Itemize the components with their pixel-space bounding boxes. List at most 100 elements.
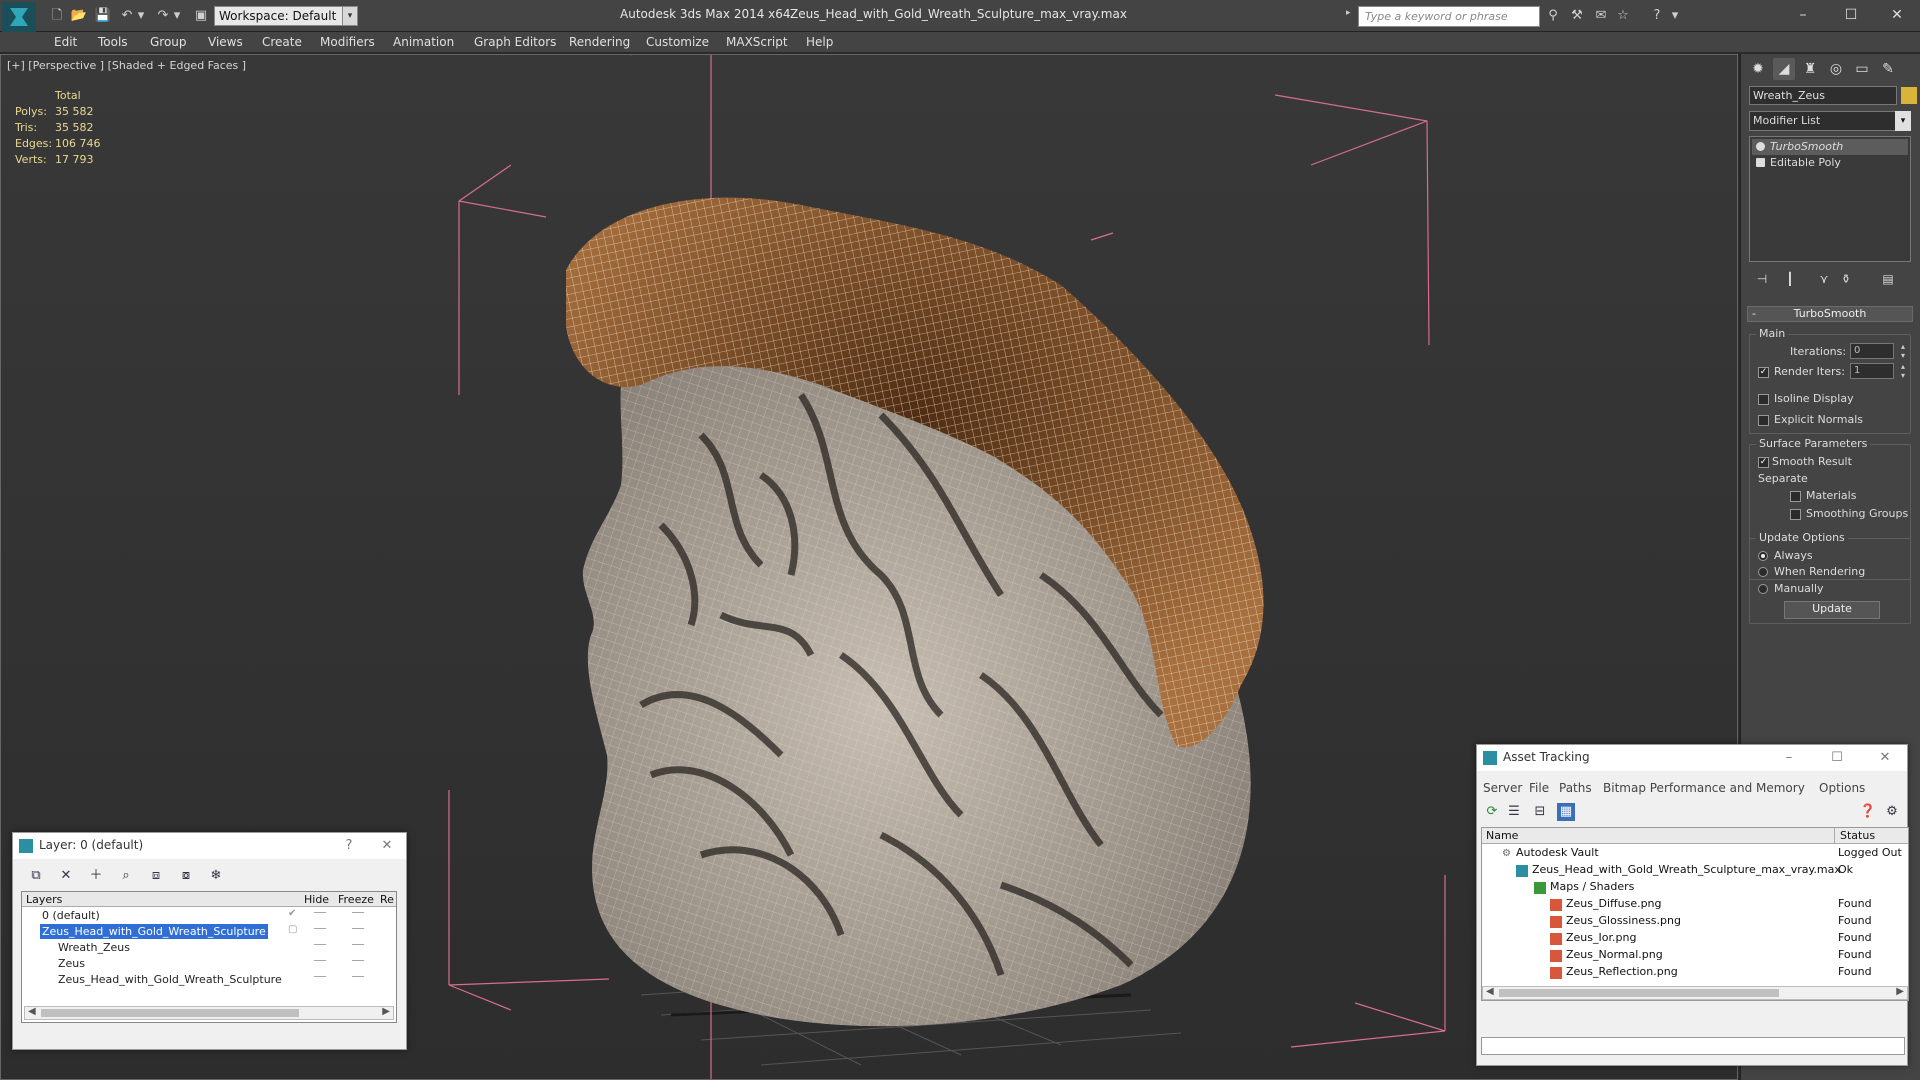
list-view-icon[interactable]: ☰ xyxy=(1505,803,1523,821)
menu-bitmap-performance[interactable]: Bitmap Performance and Memory xyxy=(1603,781,1805,795)
always-radio[interactable] xyxy=(1758,551,1768,561)
menu-rendering[interactable]: Rendering xyxy=(569,35,630,49)
asset-horizontal-scrollbar[interactable]: ◀ ▶ xyxy=(1482,986,1908,1000)
menu-paths[interactable]: Paths xyxy=(1559,781,1592,795)
layer-object-row[interactable]: Zeus ── ── xyxy=(22,956,396,972)
tree-view-icon[interactable]: ⊟ xyxy=(1531,803,1549,821)
redo-dropdown-icon[interactable]: ▾ xyxy=(168,8,186,24)
spinner-arrows-icon[interactable]: ▴ ▾ xyxy=(1901,362,1905,380)
stack-item-editable-poly[interactable]: Editable Poly xyxy=(1752,155,1908,171)
favorites-star-icon[interactable]: ☆ xyxy=(1614,8,1632,24)
smooth-result-checkbox[interactable]: ✓ xyxy=(1758,457,1769,468)
modifier-list-dropdown[interactable]: Modifier List ▾ xyxy=(1749,111,1911,131)
column-hide[interactable]: Hide xyxy=(304,893,329,906)
freeze-all-icon[interactable]: ❄ xyxy=(207,867,225,885)
hide-toggle[interactable]: ── xyxy=(314,924,326,935)
close-button[interactable]: ✕ xyxy=(1880,4,1914,26)
scroll-right-icon[interactable]: ▶ xyxy=(1896,986,1904,997)
undo-dropdown-icon[interactable]: ▾ xyxy=(132,8,150,24)
scroll-left-icon[interactable]: ◀ xyxy=(28,1006,36,1017)
table-view-icon[interactable]: ▦ xyxy=(1557,803,1575,821)
remove-modifier-icon[interactable]: ⚱ xyxy=(1837,270,1855,288)
active-layer-box-icon[interactable]: ▢ xyxy=(288,924,297,935)
utilities-tab-icon[interactable]: ✎ xyxy=(1877,58,1899,80)
help-icon[interactable]: ? xyxy=(1648,8,1666,24)
workspace-menu-button[interactable]: ▾ xyxy=(342,6,358,26)
asset-row[interactable]: Zeus_Reflection.png Found xyxy=(1482,965,1908,982)
hide-toggle[interactable]: ── xyxy=(314,908,326,919)
manually-radio[interactable] xyxy=(1758,584,1768,594)
settings-icon[interactable]: ⚙ xyxy=(1883,803,1901,821)
menu-tools[interactable]: Tools xyxy=(98,35,128,49)
layer-row[interactable]: Zeus_Head_with_Gold_Wreath_Sculpture ▢ ─… xyxy=(22,924,396,940)
hide-toggle[interactable]: ── xyxy=(314,956,326,967)
column-status[interactable]: Status xyxy=(1840,829,1875,842)
update-button[interactable]: Update xyxy=(1784,601,1880,619)
when-rendering-radio[interactable] xyxy=(1758,567,1768,577)
menu-edit[interactable]: Edit xyxy=(54,35,77,49)
hide-all-icon[interactable]: ⧇ xyxy=(177,867,195,885)
select-objects-icon[interactable]: ⌕ xyxy=(117,867,135,885)
object-color-swatch[interactable] xyxy=(1901,87,1917,104)
spinner-arrows-icon[interactable]: ▴ ▾ xyxy=(1901,342,1905,360)
close-icon[interactable]: ✕ xyxy=(375,836,399,856)
menu-server[interactable]: Server xyxy=(1483,781,1522,795)
search-expand-icon[interactable]: ▸ xyxy=(1346,8,1356,24)
layer-object-row[interactable]: Zeus_Head_with_Gold_Wreath_Sculpture ── … xyxy=(22,972,396,988)
hierarchy-tab-icon[interactable]: ♜ xyxy=(1799,58,1821,80)
menu-file[interactable]: File xyxy=(1529,781,1549,795)
new-file-icon[interactable]: 🗋 xyxy=(48,8,66,24)
scroll-right-icon[interactable]: ▶ xyxy=(382,1006,390,1017)
project-folder-icon[interactable]: ▣ xyxy=(192,8,210,24)
menu-views[interactable]: Views xyxy=(208,35,243,49)
asset-row[interactable]: Maps / Shaders xyxy=(1482,880,1908,897)
refresh-icon[interactable]: ⟳ xyxy=(1483,803,1501,821)
layer-row[interactable]: 0 (default) ✔ ── ── xyxy=(22,908,396,924)
iterations-spinner[interactable]: 0 ▴ ▾ xyxy=(1850,342,1905,360)
search-input[interactable]: Type a keyword or phrase xyxy=(1358,6,1540,27)
freeze-toggle[interactable]: ── xyxy=(352,956,364,967)
freeze-toggle[interactable]: ── xyxy=(352,940,364,951)
asset-row[interactable]: Zeus_Diffuse.png Found xyxy=(1482,897,1908,914)
scrollbar-thumb[interactable] xyxy=(41,1009,299,1017)
scrollbar-thumb[interactable] xyxy=(1499,989,1779,997)
create-layer-icon[interactable]: ⧉ xyxy=(27,867,45,885)
layer-object-row[interactable]: Wreath_Zeus ── ── xyxy=(22,940,396,956)
column-name[interactable]: Name xyxy=(1486,829,1518,842)
smoothing-groups-checkbox[interactable] xyxy=(1790,509,1801,520)
asset-row[interactable]: ⚙ Autodesk Vault Logged Out xyxy=(1482,846,1908,863)
layer-horizontal-scrollbar[interactable]: ◀ ▶ xyxy=(24,1006,394,1020)
motion-tab-icon[interactable]: ◎ xyxy=(1825,58,1847,80)
binoculars-icon[interactable]: ⚲ xyxy=(1544,8,1562,24)
menu-help[interactable]: Help xyxy=(806,35,833,49)
scroll-left-icon[interactable]: ◀ xyxy=(1486,986,1494,997)
highlight-layer-icon[interactable]: ⧈ xyxy=(147,867,165,885)
menu-customize[interactable]: Customize xyxy=(646,35,709,49)
menu-animation[interactable]: Animation xyxy=(393,35,454,49)
active-layer-check-icon[interactable]: ✔ xyxy=(288,908,296,919)
stack-item-turbosmooth[interactable]: TurboSmooth xyxy=(1752,139,1908,155)
object-name-field[interactable]: Wreath_Zeus xyxy=(1749,86,1897,105)
create-tab-icon[interactable]: ✹ xyxy=(1747,58,1769,80)
subscription-icon[interactable]: ⚒ xyxy=(1568,8,1586,24)
asset-row[interactable]: Zeus_Head_with_Gold_Wreath_Sculpture_max… xyxy=(1482,863,1908,880)
maximize-icon[interactable]: ☐ xyxy=(1825,748,1849,768)
configure-sets-icon[interactable]: ▤ xyxy=(1879,270,1897,288)
asset-row[interactable]: Zeus_Glossiness.png Found xyxy=(1482,914,1908,931)
render-iters-checkbox[interactable]: ✓ xyxy=(1758,367,1769,378)
pin-stack-icon[interactable]: ⊣ xyxy=(1753,270,1771,288)
save-icon[interactable]: 💾 xyxy=(94,8,112,24)
menu-modifiers[interactable]: Modifiers xyxy=(320,35,375,49)
explicit-normals-checkbox[interactable] xyxy=(1758,415,1769,426)
column-layers[interactable]: Layers xyxy=(26,893,62,906)
help-button[interactable]: ? xyxy=(337,836,361,856)
hide-toggle[interactable]: ── xyxy=(314,940,326,951)
freeze-toggle[interactable]: ── xyxy=(352,908,364,919)
viewport-label[interactable]: [+] [Perspective ] [Shaded + Edged Faces… xyxy=(7,59,246,72)
minimize-button[interactable]: – xyxy=(1786,4,1820,26)
add-to-layer-icon[interactable]: ＋ xyxy=(87,867,105,885)
materials-checkbox[interactable] xyxy=(1790,491,1801,502)
freeze-toggle[interactable]: ── xyxy=(352,924,364,935)
communication-icon[interactable]: ✉ xyxy=(1592,8,1610,24)
column-freeze[interactable]: Freeze xyxy=(338,893,374,906)
